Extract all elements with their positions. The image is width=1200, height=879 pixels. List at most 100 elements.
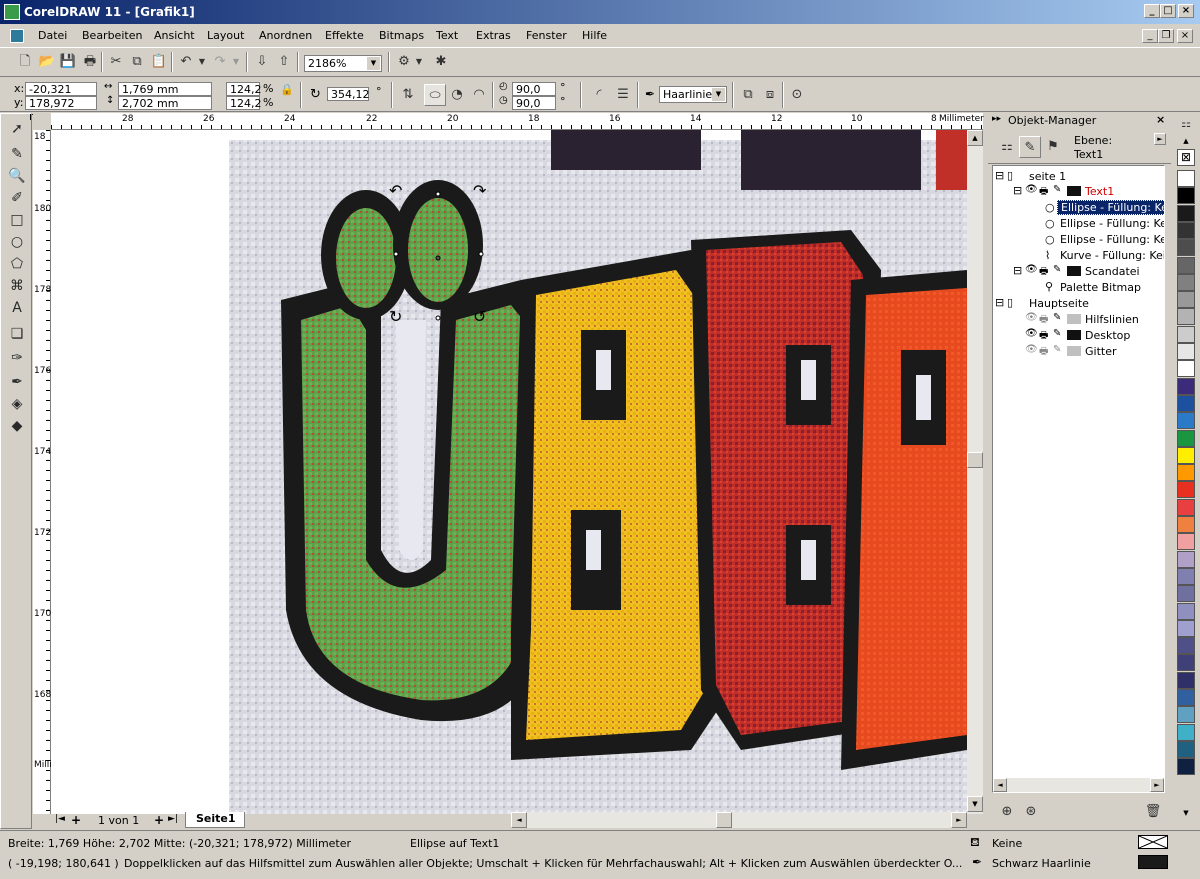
menu-effekte[interactable]: Effekte [325,29,364,42]
tree-node-ellipse-selected[interactable]: Ellipse - Füllung: Kein [1057,200,1164,215]
palette-color-swatch[interactable] [1177,550,1195,568]
horizontal-ruler[interactable]: 28 26 24 22 20 18 16 14 12 10 8 Millimet… [51,113,984,130]
shape-tool-icon[interactable]: ✎ [6,143,28,165]
wrap-text-icon[interactable]: ☰ [612,84,634,106]
direction-icon[interactable]: ◜ [588,84,610,106]
height-field[interactable]: 2,702 mm [118,96,212,110]
menu-extras[interactable]: Extras [476,29,511,42]
ruler-origin[interactable] [33,113,51,130]
maximize-button[interactable]: □ [1160,4,1176,18]
undo-dropdown-icon[interactable]: ▼ [197,51,207,73]
cut-icon[interactable]: ✂ [105,51,127,73]
chevron-down-icon[interactable]: ▼ [712,88,725,101]
palette-color-swatch[interactable] [1177,516,1195,533]
add-page-after-icon[interactable]: + [154,813,164,827]
docker-menu-icon[interactable]: ► [1154,133,1166,145]
export-icon[interactable]: ⇧ [273,51,295,73]
arc-mode-icon[interactable]: ◠ [468,84,490,106]
eye-icon[interactable]: 👁 [1025,344,1038,355]
palette-color-swatch[interactable] [1177,637,1195,655]
printer-icon[interactable]: 🖶 [1039,312,1048,329]
to-back-icon[interactable]: ⧈ [759,84,781,106]
pie-mode-icon[interactable]: ◔ [446,84,468,106]
copy-icon[interactable]: ⧉ [126,51,148,73]
page-tab-seite1[interactable]: Seite1 [185,812,245,828]
tree-node-layer-desktop[interactable]: Desktop [1085,329,1130,342]
width-field[interactable]: 1,769 mm [118,82,212,96]
palette-color-swatch[interactable] [1177,325,1195,343]
first-page-button[interactable]: |◄ [55,814,65,824]
polygon-tool-icon[interactable]: ⬠ [6,253,28,275]
palette-color-swatch[interactable] [1177,239,1195,257]
horizontal-scroll-thumb[interactable] [716,812,732,828]
new-master-layer-icon[interactable]: ⊛ [1020,801,1042,823]
vertical-scroll-thumb[interactable] [967,452,983,468]
pencil-icon[interactable]: ✎ [1053,264,1061,275]
convert-to-curves-icon[interactable]: ⊙ [786,84,808,106]
outline-tool-icon[interactable]: ✒ [6,371,28,393]
docker-close-icon[interactable]: × [1156,113,1165,126]
tree-node-layer-scandatei[interactable]: Scandatei [1085,265,1140,278]
palette-color-swatch[interactable] [1177,221,1195,239]
scroll-left-icon[interactable]: ◄ [511,812,527,828]
pencil-icon[interactable]: ✎ [1053,328,1061,339]
chevron-down-icon[interactable]: ▼ [367,57,380,70]
palette-color-swatch[interactable] [1177,343,1195,360]
palette-color-swatch[interactable] [1177,308,1195,326]
tree-expander-icon[interactable]: ⊟ [995,169,1004,182]
application-launcher-icon[interactable]: ⚙ [393,51,415,73]
tree-node-layer-grid[interactable]: Gitter [1085,345,1117,358]
palette-color-swatch[interactable] [1177,619,1195,637]
palette-color-swatch[interactable] [1177,377,1195,395]
eye-icon[interactable]: 👁 [1025,264,1038,275]
palette-color-swatch[interactable] [1177,498,1195,516]
palette-color-swatch[interactable] [1177,758,1195,776]
palette-color-swatch[interactable] [1177,689,1195,706]
menu-text[interactable]: Text [436,29,458,42]
palette-color-swatch[interactable] [1177,273,1195,291]
palette-color-swatch[interactable] [1177,204,1195,222]
printer-icon[interactable]: 🖶 [1039,184,1048,201]
start-angle-field[interactable]: 90,0 [512,82,556,96]
palette-color-swatch[interactable] [1177,706,1195,724]
undo-icon[interactable]: ↶ [175,51,197,73]
palette-scroll-up-icon[interactable]: ▲ [1177,137,1195,145]
menu-bearbeiten[interactable]: Bearbeiten [82,29,142,42]
palette-color-swatch[interactable] [1177,740,1195,758]
palette-color-swatch[interactable] [1177,654,1195,672]
palette-color-swatch[interactable] [1177,446,1195,464]
eye-icon[interactable]: 👁 [1025,312,1038,323]
palette-color-swatch[interactable] [1177,394,1195,412]
palette-color-swatch[interactable] [1177,464,1195,482]
freehand-tool-icon[interactable]: ✐ [6,187,28,209]
zoom-level-select[interactable]: 2186% ▼ [304,55,382,72]
new-icon[interactable]: 🗋 [14,51,36,73]
tree-horizontal-scrollbar[interactable]: ◄ ► [993,778,1164,792]
menu-hilfe[interactable]: Hilfe [582,29,607,42]
redo-dropdown-icon[interactable]: ▼ [231,51,241,73]
palette-color-swatch[interactable] [1177,256,1195,274]
minimize-button[interactable]: _ [1144,4,1160,18]
launcher-dropdown-icon[interactable]: ▼ [414,51,424,73]
no-color-swatch[interactable]: ⊠ [1177,149,1195,166]
coreldraw-app-icon[interactable] [4,4,20,20]
palette-color-swatch[interactable] [1177,533,1195,551]
scroll-right-icon[interactable]: ► [1150,778,1164,792]
palette-scroll-down-icon[interactable]: ▼ [1177,809,1195,819]
palette-color-swatch[interactable] [1177,723,1195,741]
scroll-down-icon[interactable]: ▼ [967,796,983,812]
ellipse-tool-icon[interactable]: ○ [6,231,28,253]
doc-minimize-button[interactable]: _ [1142,29,1158,43]
tree-node-layer-guides[interactable]: Hilfslinien [1085,313,1139,326]
vertical-ruler[interactable]: 18 180 178 176 174 172 170 168 Millimete… [33,130,79,814]
ellipse-mode-icon[interactable]: ⬭ [424,84,446,106]
show-properties-icon[interactable]: ⚏ [996,136,1018,158]
open-icon[interactable]: 📂 [36,51,58,73]
scroll-right-icon[interactable]: ► [951,812,967,828]
drawing-canvas[interactable]: ↶ ↷ ↻ ↺ [51,130,967,814]
tree-node-master-page[interactable]: Hauptseite [1029,297,1089,310]
interactive-fill-tool-icon[interactable]: ◆ [6,415,28,437]
docker-collapse-icon[interactable]: ▸▸ [992,114,1001,124]
pencil-icon[interactable]: ✎ [1053,184,1061,195]
tree-node-ellipse[interactable]: Ellipse - Füllung: Kein [1060,233,1164,246]
